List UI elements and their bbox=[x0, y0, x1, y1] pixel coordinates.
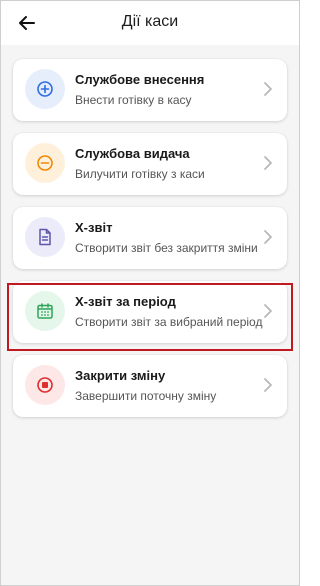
stop-icon-badge bbox=[25, 365, 65, 405]
screen: Дії каси Службове внесення Внести готівк… bbox=[0, 0, 300, 586]
action-subtitle: Вилучити готівку з каси bbox=[75, 167, 205, 181]
chevron-right-icon bbox=[264, 156, 272, 170]
action-card-service-withdrawal[interactable]: Службова видача Вилучити готівку з каси bbox=[13, 133, 287, 195]
action-card-close-shift[interactable]: Закрити зміну Завершити поточну зміну bbox=[13, 355, 287, 417]
plus-circle-icon bbox=[37, 81, 53, 97]
action-card-service-deposit[interactable]: Службове внесення Внести готівку в касу bbox=[13, 59, 287, 121]
top-bar: Дії каси bbox=[1, 1, 299, 45]
page-title: Дії каси bbox=[121, 13, 179, 30]
actions-list: Службове внесення Внести готівку в касу … bbox=[1, 45, 299, 417]
stop-icon bbox=[37, 377, 53, 393]
action-subtitle: Внести готівку в касу bbox=[75, 93, 192, 107]
action-subtitle: Створити звіт за вибраний період bbox=[75, 315, 263, 329]
action-title: Службова видача bbox=[75, 146, 190, 161]
chevron-right-icon bbox=[264, 230, 272, 244]
calendar-icon bbox=[37, 303, 53, 319]
action-subtitle: Створити звіт без закриття зміни bbox=[75, 241, 258, 255]
chevron-right-icon bbox=[264, 304, 272, 318]
document-icon bbox=[39, 228, 51, 246]
action-title: X-звіт bbox=[75, 220, 113, 235]
document-icon-badge bbox=[25, 217, 65, 257]
action-card-x-report-period[interactable]: X-звіт за період Створити звіт за вибран… bbox=[13, 281, 287, 343]
plus-circle-icon-badge bbox=[25, 69, 65, 109]
chevron-right-icon bbox=[264, 378, 272, 392]
action-subtitle: Завершити поточну зміну bbox=[75, 389, 217, 403]
action-card-x-report[interactable]: X-звіт Створити звіт без закриття зміни bbox=[13, 207, 287, 269]
action-title: Закрити зміну bbox=[75, 368, 166, 383]
chevron-right-icon bbox=[264, 82, 272, 96]
minus-circle-icon bbox=[37, 155, 53, 171]
action-title: Службове внесення bbox=[75, 72, 205, 87]
calendar-icon-badge bbox=[25, 291, 65, 331]
action-title: X-звіт за період bbox=[75, 294, 176, 309]
minus-circle-icon-badge bbox=[25, 143, 65, 183]
